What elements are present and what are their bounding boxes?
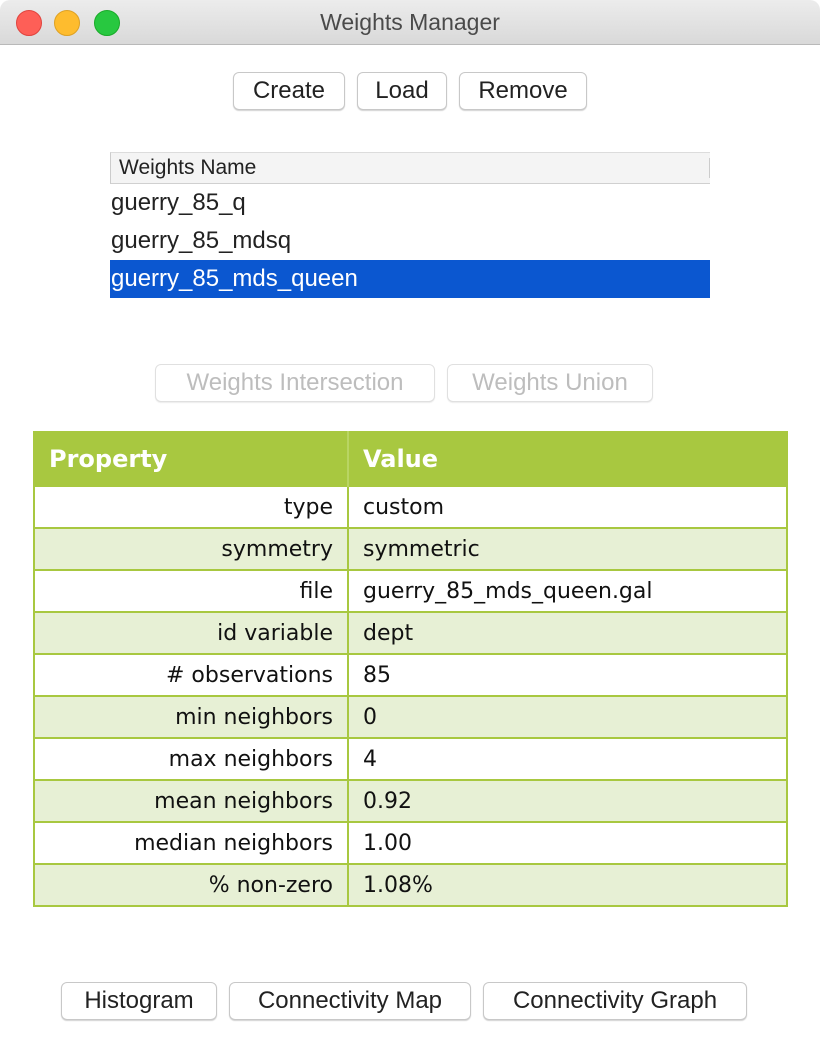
weights-list-item[interactable]: guerry_85_mdsq bbox=[110, 222, 710, 260]
property-name: symmetry bbox=[33, 527, 349, 571]
property-name: % non-zero bbox=[33, 863, 349, 907]
weights-list-item-selected[interactable]: guerry_85_mds_queen bbox=[110, 260, 710, 298]
table-row: type custom bbox=[33, 485, 788, 529]
property-name: id variable bbox=[33, 611, 349, 655]
value-column-header: Value bbox=[348, 432, 787, 486]
properties-table: Property Value type custom symmetry symm… bbox=[33, 431, 788, 907]
table-row: max neighbors 4 bbox=[33, 737, 788, 781]
property-name: file bbox=[33, 569, 349, 613]
property-name: min neighbors bbox=[33, 695, 349, 739]
table-row: mean neighbors 0.92 bbox=[33, 779, 788, 823]
property-value: 1.00 bbox=[347, 821, 788, 865]
property-value: 0 bbox=[347, 695, 788, 739]
property-value: 1.08% bbox=[347, 863, 788, 907]
property-value: guerry_85_mds_queen.gal bbox=[347, 569, 788, 613]
table-row: min neighbors 0 bbox=[33, 695, 788, 739]
properties-header-row: Property Value bbox=[34, 432, 787, 486]
table-row: id variable dept bbox=[33, 611, 788, 655]
histogram-button[interactable]: Histogram bbox=[61, 982, 217, 1020]
weights-name-column-header[interactable]: Weights Name bbox=[110, 152, 710, 184]
property-name: median neighbors bbox=[33, 821, 349, 865]
table-row: file guerry_85_mds_queen.gal bbox=[33, 569, 788, 613]
load-button[interactable]: Load bbox=[357, 72, 447, 110]
window-title: Weights Manager bbox=[320, 9, 500, 35]
property-value: dept bbox=[347, 611, 788, 655]
weights-intersection-button[interactable]: Weights Intersection bbox=[155, 364, 435, 402]
connectivity-map-button[interactable]: Connectivity Map bbox=[229, 982, 471, 1020]
property-value: 0.92 bbox=[347, 779, 788, 823]
property-name: mean neighbors bbox=[33, 779, 349, 823]
weights-list[interactable]: Weights Name guerry_85_q guerry_85_mdsq … bbox=[110, 152, 710, 298]
property-value: symmetric bbox=[347, 527, 788, 571]
create-button[interactable]: Create bbox=[233, 72, 345, 110]
property-value: custom bbox=[347, 485, 788, 529]
table-row: symmetry symmetric bbox=[33, 527, 788, 571]
property-name: type bbox=[33, 485, 349, 529]
weights-list-item[interactable]: guerry_85_q bbox=[110, 184, 710, 222]
property-column-header: Property bbox=[34, 432, 349, 486]
title-bar: Weights Manager bbox=[0, 0, 820, 45]
remove-button[interactable]: Remove bbox=[459, 72, 587, 110]
table-row: % non-zero 1.08% bbox=[33, 863, 788, 907]
connectivity-graph-button[interactable]: Connectivity Graph bbox=[483, 982, 747, 1020]
property-value: 85 bbox=[347, 653, 788, 697]
property-name: # observations bbox=[33, 653, 349, 697]
property-value: 4 bbox=[347, 737, 788, 781]
table-row: median neighbors 1.00 bbox=[33, 821, 788, 865]
table-row: # observations 85 bbox=[33, 653, 788, 697]
property-name: max neighbors bbox=[33, 737, 349, 781]
weights-union-button[interactable]: Weights Union bbox=[447, 364, 653, 402]
